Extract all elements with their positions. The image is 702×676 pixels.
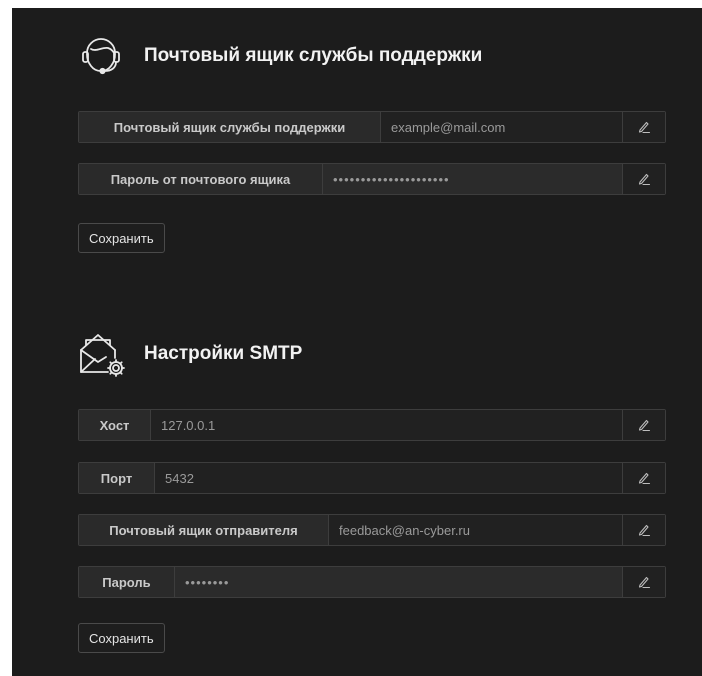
pencil-icon[interactable] (622, 164, 665, 194)
pencil-icon[interactable] (622, 463, 665, 493)
smtp-port-field: Порт 5432 (78, 462, 666, 494)
smtp-host-label: Хост (79, 410, 151, 440)
support-email-input[interactable]: example@mail.com (381, 112, 622, 142)
smtp-host-field: Хост 127.0.0.1 (78, 409, 666, 441)
smtp-section-header: Настройки SMTP (78, 328, 302, 380)
pencil-icon[interactable] (622, 567, 665, 597)
smtp-sender-input[interactable]: feedback@an-cyber.ru (329, 515, 622, 545)
settings-panel: Почтовый ящик службы поддержки Почтовый … (12, 8, 702, 676)
smtp-sender-label: Почтовый ящик отправителя (79, 515, 329, 545)
headset-icon (78, 30, 130, 82)
support-email-field: Почтовый ящик службы поддержки example@m… (78, 111, 666, 143)
support-password-field: Пароль от почтового ящика ••••••••••••••… (78, 163, 666, 195)
support-section-title: Почтовый ящик службы поддержки (144, 45, 483, 66)
support-section-header: Почтовый ящик службы поддержки (78, 30, 482, 82)
support-password-label: Пароль от почтового ящика (79, 164, 323, 194)
support-password-input[interactable]: ••••••••••••••••••••• (323, 164, 622, 194)
pencil-icon[interactable] (622, 410, 665, 440)
smtp-sender-field: Почтовый ящик отправителя feedback@an-cy… (78, 514, 666, 546)
mail-settings-icon (78, 328, 130, 380)
pencil-icon[interactable] (622, 112, 665, 142)
smtp-save-button[interactable]: Сохранить (78, 623, 165, 653)
smtp-port-label: Порт (79, 463, 155, 493)
pencil-icon[interactable] (622, 515, 665, 545)
support-email-label: Почтовый ящик службы поддержки (79, 112, 381, 142)
smtp-password-input[interactable]: •••••••• (175, 567, 622, 597)
smtp-port-input[interactable]: 5432 (155, 463, 622, 493)
smtp-password-label: Пароль (79, 567, 175, 597)
smtp-section-title: Настройки SMTP (144, 343, 303, 364)
smtp-password-field: Пароль •••••••• (78, 566, 666, 598)
support-save-button[interactable]: Сохранить (78, 223, 165, 253)
smtp-host-input[interactable]: 127.0.0.1 (151, 410, 622, 440)
